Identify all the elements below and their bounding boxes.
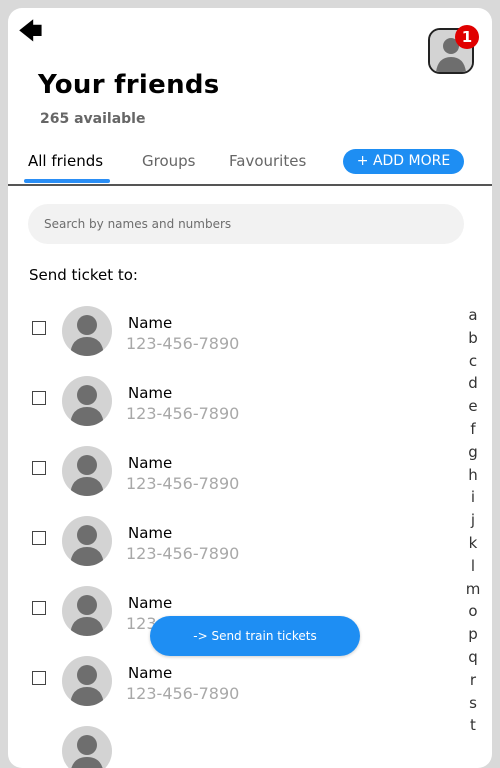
friend-phone: 123-456-7890 (126, 684, 240, 703)
alphabet-letter[interactable]: a (464, 304, 482, 327)
alphabet-letter[interactable]: b (464, 327, 482, 350)
friend-avatar (62, 586, 112, 636)
alphabet-letter[interactable]: g (464, 441, 482, 464)
alphabet-letter[interactable]: e (464, 395, 482, 418)
alphabet-letter[interactable]: q (464, 646, 482, 669)
user-silhouette-icon (70, 665, 104, 706)
alphabet-letter[interactable]: o (464, 600, 482, 623)
alphabet-letter[interactable]: m (464, 578, 482, 601)
alphabet-letter[interactable]: l (464, 555, 482, 578)
friend-name: Name (128, 454, 173, 472)
search-input[interactable] (28, 204, 464, 244)
friend-row-partial[interactable] (8, 724, 438, 768)
user-silhouette-icon (71, 735, 103, 768)
app-screen: 🡄 1 Your friends 265 available All frien… (8, 8, 492, 768)
tab-groups[interactable]: Groups (142, 152, 195, 170)
friend-name: Name (128, 384, 173, 402)
friend-row[interactable]: Name 123-456-7890 (8, 444, 438, 514)
alphabet-letter[interactable]: h (464, 464, 482, 487)
friend-checkbox[interactable] (32, 461, 46, 475)
friend-name: Name (128, 314, 173, 332)
alphabet-letter[interactable]: f (464, 418, 482, 441)
tab-favourites[interactable]: Favourites (229, 152, 306, 170)
tab-all-friends[interactable]: All friends (28, 152, 103, 170)
friend-name: Name (128, 524, 173, 542)
friend-avatar (62, 516, 112, 566)
alphabet-letter[interactable]: d (464, 372, 482, 395)
friend-row[interactable]: Name 123-456-7890 (8, 374, 438, 444)
friend-checkbox[interactable] (32, 671, 46, 685)
friend-row[interactable]: Name 123-456-7890 (8, 304, 438, 374)
friend-avatar (62, 726, 112, 768)
friend-phone: 123-456-7890 (126, 474, 240, 493)
friend-avatar (62, 306, 112, 356)
friend-avatar (62, 446, 112, 496)
alphabet-letter[interactable]: p (464, 623, 482, 646)
add-more-button[interactable]: + ADD MORE (343, 149, 464, 174)
friend-phone: 123-456-7890 (126, 404, 240, 423)
user-silhouette-icon (70, 525, 104, 566)
user-silhouette-icon (70, 595, 104, 636)
user-silhouette-icon (70, 315, 104, 356)
user-silhouette-icon (70, 455, 104, 496)
friend-checkbox[interactable] (32, 531, 46, 545)
alphabet-letter[interactable]: r (464, 669, 482, 692)
alphabet-letter[interactable]: t (464, 714, 482, 737)
tab-bar: All friends Groups Favourites + ADD MORE (8, 148, 492, 186)
friend-name: Name (128, 664, 173, 682)
friend-avatar (62, 656, 112, 706)
friend-phone: 123-456-7890 (126, 334, 240, 353)
available-count: 265 available (40, 111, 146, 127)
friend-row[interactable]: Name 123-456-7890 (8, 654, 438, 724)
alphabet-letter[interactable]: i (464, 486, 482, 509)
alphabet-letter[interactable]: j (464, 509, 482, 532)
send-train-tickets-button[interactable]: -> Send train tickets (150, 616, 360, 656)
friend-checkbox[interactable] (32, 321, 46, 335)
friend-checkbox[interactable] (32, 391, 46, 405)
alphabet-letter[interactable]: c (464, 350, 482, 373)
friend-name: Name (128, 594, 173, 612)
friend-phone: 123-456-7890 (126, 544, 240, 563)
friend-avatar (62, 376, 112, 426)
alphabet-index[interactable]: a b c d e f g h i j k l m o p q r s t (464, 304, 482, 737)
active-tab-indicator (24, 179, 110, 183)
notification-badge: 1 (455, 25, 479, 49)
user-silhouette-icon (70, 385, 104, 426)
friend-checkbox[interactable] (32, 601, 46, 615)
alphabet-letter[interactable]: k (464, 532, 482, 555)
alphabet-letter[interactable]: s (464, 692, 482, 715)
page-title: Your friends (38, 70, 220, 100)
friend-row[interactable]: Name 123-456-7890 (8, 514, 438, 584)
send-ticket-label: Send ticket to: (29, 266, 138, 284)
back-arrow-icon[interactable]: 🡄 (18, 19, 46, 43)
